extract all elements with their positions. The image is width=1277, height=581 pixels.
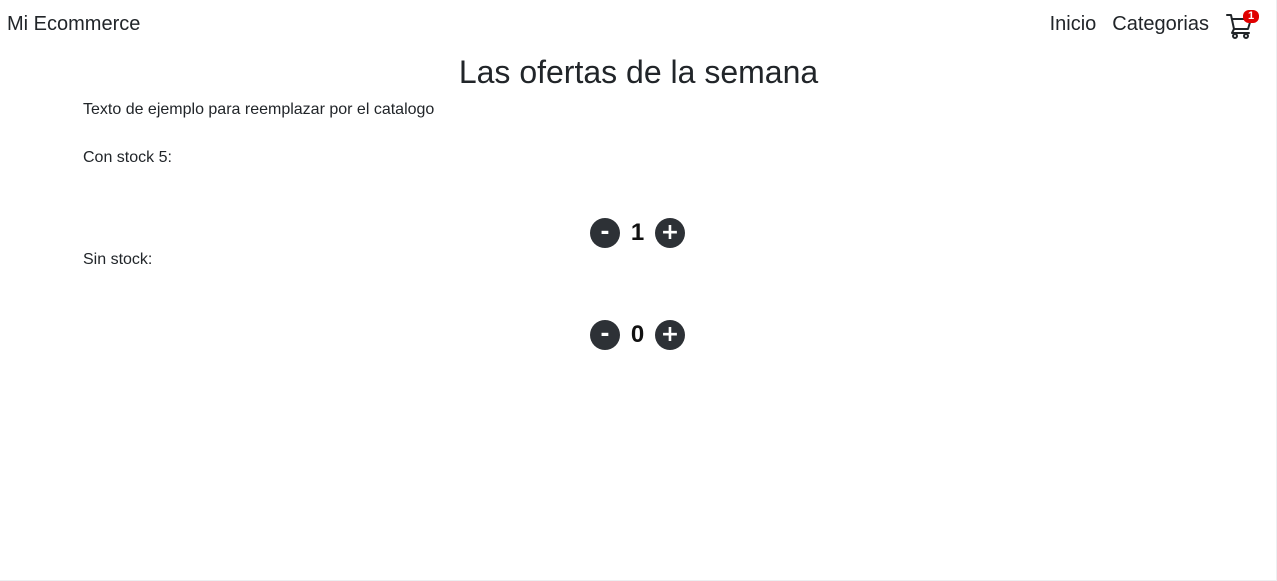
navbar: Mi Ecommerce Inicio Categorias 1 [0, 0, 1277, 48]
increment-button[interactable]: + [655, 320, 685, 350]
quantity-value: 1 [630, 219, 645, 246]
increment-button[interactable]: + [655, 218, 685, 248]
product-label-no-stock: Sin stock: [83, 251, 153, 268]
cart-button[interactable]: 1 [1225, 7, 1259, 41]
nav-link-categorias[interactable]: Categorias [1112, 12, 1209, 36]
decrement-button[interactable]: - [590, 320, 620, 350]
brand-link[interactable]: Mi Ecommerce [7, 12, 140, 36]
product-label-stock: Con stock 5: [83, 149, 172, 166]
quantity-stepper: - 0 + [590, 319, 686, 351]
decrement-button[interactable]: - [590, 218, 620, 248]
nav-links: Inicio Categorias 1 [1050, 0, 1277, 48]
catalog-description: Texto de ejemplo para reemplazar por el … [83, 101, 435, 118]
quantity-stepper: - 1 + [590, 217, 686, 249]
cart-count-badge: 1 [1243, 10, 1259, 23]
quantity-value: 0 [630, 321, 645, 348]
nav-link-inicio[interactable]: Inicio [1050, 12, 1097, 36]
page: Mi Ecommerce Inicio Categorias 1 Las ofe… [0, 0, 1277, 581]
page-title: Las ofertas de la semana [458, 54, 819, 90]
